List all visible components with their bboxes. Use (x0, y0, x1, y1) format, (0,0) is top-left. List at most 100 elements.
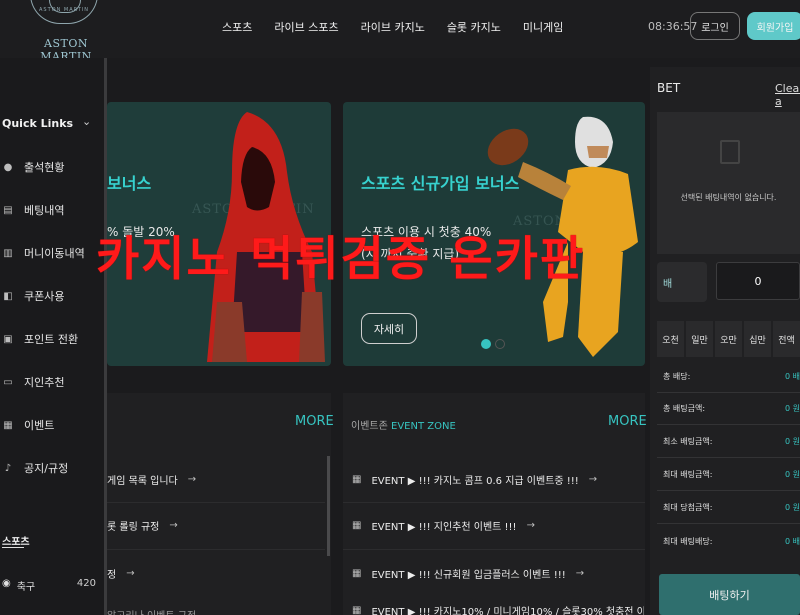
soccer-label: 축구 (16, 582, 36, 593)
sidebar-item-points[interactable]: ▣ 포인트 전환 (2, 331, 78, 347)
user-icon: ● (3, 161, 13, 173)
event-row-text: EVENT ▶ !!! 신규회원 입금플러스 이벤트 !!! (371, 570, 566, 581)
chip-100000[interactable]: 십만 (744, 321, 771, 357)
join-button[interactable]: 회원가입 (747, 12, 800, 40)
event-row[interactable]: ▦ EVENT ▶ !!! 신규회원 입금플러스 이벤트 !!! → (352, 566, 584, 581)
list-item-text: 게임 목록 입니다 (107, 476, 178, 487)
event-row-text: EVENT ▶ !!! 카지노 콤프 0.6 지급 이벤트중 !!! (371, 476, 579, 487)
panel1-more-link[interactable]: MORE (295, 414, 334, 429)
amount-chips: 오천 일만 오만 십만 전액 (657, 321, 800, 357)
chevron-down-icon[interactable]: ⌄ (82, 115, 91, 128)
panel2-more-link[interactable]: MORE (608, 414, 647, 429)
calendar-icon: ▦ (352, 605, 362, 615)
arrow-right-icon: → (588, 474, 598, 485)
bet-amount-input[interactable]: 0 (716, 262, 800, 300)
divider (107, 502, 325, 503)
top-nav: 스포츠 라이브 스포츠 라이브 카지노 슬롯 카지노 미니게임 (222, 19, 585, 35)
chip-50000[interactable]: 오만 (715, 321, 742, 357)
stat-max-win: 최대 당첨금액: 0 원 (663, 502, 800, 513)
transfer-icon: ▥ (3, 247, 13, 259)
coupon-icon: ◧ (3, 290, 13, 302)
place-bet-button[interactable]: 배팅하기 (659, 574, 800, 615)
arrow-right-icon: → (126, 568, 135, 579)
sidebar-item-label: 쿠폰사용 (24, 290, 65, 303)
banner1-title: 보너스 (107, 174, 152, 193)
sidebar-item-event[interactable]: ▦ 이벤트 (2, 417, 54, 433)
login-button[interactable]: 로그인 (690, 12, 740, 40)
list-item[interactable]: 롯 롤링 규정 → (107, 518, 178, 533)
calendar-icon: ▦ (3, 419, 13, 431)
event-zone-heading-ko: 이벤트존 (351, 421, 388, 432)
banner2-title: 스포츠 신규가입 보너스 (361, 174, 520, 193)
calendar-icon: ▦ (352, 520, 362, 531)
clear-all-link[interactable]: Clear a (775, 82, 800, 108)
stat-total-odds: 총 배당: 0 배 (663, 371, 800, 382)
sidebar-item-bet-history[interactable]: ▤ 베팅내역 (2, 202, 64, 218)
sidebar-item-label: 공지/규정 (24, 462, 69, 475)
sidebar-item-label: 지인추천 (24, 376, 65, 389)
stat-label: 총 배팅금액: (663, 404, 706, 413)
points-icon: ▣ (3, 333, 13, 345)
list-icon: ▤ (3, 204, 13, 216)
sidebar-item-soccer[interactable]: ◉ 축구 420 (2, 578, 96, 593)
stat-max-odds: 최대 배팅배당: 0 배 (663, 536, 800, 547)
divider (657, 457, 800, 458)
nav-live-casino[interactable]: 라이브 카지노 (361, 19, 425, 35)
soccer-count: 420 (76, 578, 96, 589)
list-item-text: 알고리나 이벤트 규정 (107, 607, 196, 615)
event-zone-heading-en: EVENT ZONE (391, 421, 456, 432)
list-item[interactable]: 정 → (107, 566, 135, 581)
logo[interactable]: ASTON MARTIN ASTON MARTIN (22, 0, 106, 63)
stat-value: 0 원 (785, 404, 800, 413)
page: ASTON MARTIN ASTON MARTIN 스포츠 라이브 스포츠 라이… (0, 0, 800, 615)
calendar-icon: ▦ (352, 474, 362, 485)
panel1-scrollbar[interactable] (327, 456, 330, 556)
arrow-right-icon: → (169, 520, 178, 531)
sidebar-item-label: 출석현황 (24, 161, 65, 174)
stat-value: 0 원 (785, 470, 800, 479)
panel-game-list: MORE (107, 393, 334, 615)
sidebar-item-coupon[interactable]: ◧ 쿠폰사용 (2, 288, 64, 304)
panel-event-zone: 이벤트존 EVENT ZONE MORE (343, 393, 647, 615)
chip-10000[interactable]: 일만 (686, 321, 713, 357)
stat-value: 0 배 (785, 537, 800, 546)
sidebar-item-attendance[interactable]: ● 출석현황 (2, 159, 65, 175)
divider (343, 502, 645, 503)
stat-label: 최소 배팅금액: (663, 437, 713, 446)
stat-label: 최대 배팅금액: (663, 470, 713, 479)
header: ASTON MARTIN ASTON MARTIN 스포츠 라이브 스포츠 라이… (0, 0, 800, 63)
event-row[interactable]: ▦ EVENT ▶ !!! 지인추천 이벤트 !!! → (352, 518, 535, 533)
stat-label: 최대 당첨금액: (663, 503, 713, 512)
more-details-button[interactable]: 자세히 (361, 313, 417, 344)
nav-live-sports[interactable]: 라이브 스포츠 (274, 19, 338, 35)
event-row-text: EVENT ▶ !!! 지인추천 이벤트 !!! (371, 522, 517, 533)
sidebar-item-referral[interactable]: ▭ 지인추천 (2, 374, 64, 390)
carousel-dot[interactable] (495, 339, 505, 349)
stat-value: 0 원 (785, 503, 800, 512)
divider (107, 549, 325, 550)
nav-slot-casino[interactable]: 슬롯 카지노 (447, 19, 501, 35)
event-row[interactable]: ▦ EVENT ▶ !!! 카지노10% / 미니게임10% / 슬롯30% 첫… (352, 603, 644, 615)
list-item[interactable]: 게임 목록 입니다 → (107, 472, 196, 487)
sidebar-item-label: 머니이동내역 (24, 247, 85, 260)
divider (657, 424, 800, 425)
chip-5000[interactable]: 오천 (657, 321, 684, 357)
bell-icon: ♪ (4, 462, 12, 474)
bet-empty-box (657, 112, 800, 254)
list-item[interactable]: 알고리나 이벤트 규정 (107, 607, 196, 615)
soccer-icon: ◉ (2, 578, 11, 589)
bet-type-button[interactable]: 배 (657, 262, 707, 302)
event-row[interactable]: ▦ EVENT ▶ !!! 카지노 콤프 0.6 지급 이벤트중 !!! → (352, 472, 597, 487)
stat-label: 최대 배팅배당: (663, 537, 713, 546)
divider (657, 490, 800, 491)
sidebar-item-money-transfer[interactable]: ▥ 머니이동내역 (2, 245, 85, 261)
carousel-dot-active[interactable] (481, 339, 491, 349)
nav-minigame[interactable]: 미니게임 (523, 19, 563, 35)
nav-sports[interactable]: 스포츠 (222, 19, 252, 35)
stat-max-bet: 최대 배팅금액: 0 원 (663, 469, 800, 480)
sidebar-item-notice[interactable]: ♪ 공지/규정 (2, 460, 68, 476)
chip-all[interactable]: 전액 (773, 321, 800, 357)
event-row-text: EVENT ▶ !!! 카지노10% / 미니게임10% / 슬롯30% 첫충전… (371, 607, 644, 615)
event-zone-heading: 이벤트존 EVENT ZONE (351, 417, 456, 432)
referral-icon: ▭ (3, 376, 13, 388)
